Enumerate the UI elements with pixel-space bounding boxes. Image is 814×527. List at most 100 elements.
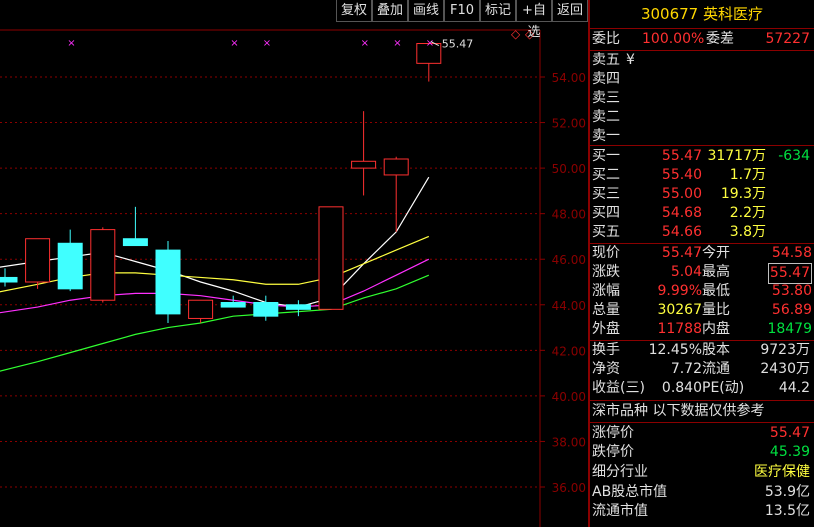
buy-volume: 31717万 bbox=[707, 148, 766, 164]
buy-price: 54.68 bbox=[661, 205, 702, 221]
limit-down-value: 45.39 bbox=[769, 444, 810, 460]
fin-label: 收益(三) bbox=[592, 380, 645, 396]
fin-label: 净资 bbox=[592, 361, 620, 377]
stat-value: 11788 bbox=[657, 321, 702, 337]
y-tick-label: 50.00 bbox=[552, 162, 586, 176]
stat-label: 今开 bbox=[702, 245, 730, 261]
industry-value: 医疗保健 bbox=[754, 464, 810, 480]
toolbar-button-6[interactable]: 返回 bbox=[552, 0, 588, 22]
limit-down-row: 跌停价 45.39 bbox=[590, 443, 814, 462]
fin-value: 2430万 bbox=[760, 361, 810, 377]
toolbar-button-0[interactable]: 复权 bbox=[336, 0, 372, 22]
industry-label: 细分行业 bbox=[592, 464, 648, 480]
candle-body-up bbox=[383, 158, 409, 176]
stat-row-2: 涨幅 9.99% 最低 53.80 bbox=[590, 282, 814, 301]
buy-volume: 2.2万 bbox=[729, 205, 766, 221]
candle-body-up bbox=[351, 160, 377, 169]
sell-label: 卖五 bbox=[592, 52, 620, 68]
separator bbox=[590, 400, 814, 401]
buy-label: 买五 bbox=[592, 224, 620, 240]
buy-label: 买四 bbox=[592, 205, 620, 221]
toolbar-button-4[interactable]: 标记 bbox=[480, 0, 516, 22]
buy-volume: 3.8万 bbox=[729, 224, 766, 240]
separator bbox=[590, 145, 814, 146]
y-tick-label: 36.00 bbox=[552, 481, 586, 495]
toolbar-button-2[interactable]: 画线 bbox=[408, 0, 444, 22]
stock-title: 300677 英科医疗 bbox=[590, 0, 814, 29]
separator bbox=[590, 422, 814, 423]
buy-change: -634 bbox=[778, 148, 810, 164]
marker-x: × bbox=[361, 38, 369, 49]
fin-label: PE(动) bbox=[702, 380, 745, 396]
fin-value: 7.72 bbox=[670, 361, 702, 377]
toolbar-button-1[interactable]: 叠加 bbox=[372, 0, 408, 22]
top-marker-icon: ◇ bbox=[511, 27, 521, 41]
stat-value: 9.99% bbox=[657, 283, 702, 299]
buy-label: 买二 bbox=[592, 167, 620, 183]
buy-volume: 1.7万 bbox=[729, 167, 766, 183]
candle-body-up bbox=[90, 229, 116, 301]
stat-value: 30267 bbox=[657, 302, 702, 318]
weicha-value: 57227 bbox=[765, 31, 810, 47]
stat-row-0: 现价 55.47 今开 54.58 bbox=[590, 244, 814, 263]
market-note: 深市品种 以下数据仅供参考 bbox=[592, 403, 765, 419]
last-price-label: 55.47 bbox=[442, 38, 474, 51]
industry-row: 细分行业 医疗保健 bbox=[590, 463, 814, 482]
limit-down-label: 跌停价 bbox=[592, 444, 634, 460]
y-tick-label: 44.00 bbox=[552, 299, 586, 313]
fin-value: 9723万 bbox=[760, 342, 810, 358]
candle-body-down bbox=[220, 302, 246, 308]
weicha-label: 委差 bbox=[706, 31, 734, 47]
sell-label: 卖一 bbox=[592, 128, 620, 144]
marker-x: × bbox=[263, 38, 271, 49]
candle-body-up bbox=[318, 206, 344, 310]
stat-value: 55.47 bbox=[661, 245, 702, 261]
stat-label: 外盘 bbox=[592, 321, 620, 337]
stat-label: 最高 bbox=[702, 264, 730, 280]
float-cap-row: 流通市值 13.5亿 bbox=[590, 502, 814, 521]
marker-x: × bbox=[426, 38, 434, 49]
stat-row-1: 涨跌 5.04 最高 55.47 bbox=[590, 263, 814, 284]
fin-label: 流通 bbox=[702, 361, 730, 377]
buy-row-2: 买三 55.00 19.3万 bbox=[590, 185, 814, 204]
fin-row-1: 净资 7.72 流通 2430万 bbox=[590, 360, 814, 379]
sell-row-1: 卖四 bbox=[590, 70, 814, 89]
fin-label: 股本 bbox=[702, 342, 730, 358]
kline-chart[interactable]: 54.00 52.00 50.00 48.00 46.00 44.00 42.00 40.00… bbox=[0, 0, 588, 527]
limit-up-label: 涨停价 bbox=[592, 425, 634, 441]
stock-code: 300677 bbox=[640, 5, 699, 23]
buy-volume: 19.3万 bbox=[720, 186, 766, 202]
weibi-row: 委比 100.00% 委差 57227 bbox=[590, 30, 814, 49]
buy-label: 买一 bbox=[592, 148, 620, 164]
weibi-value: 100.00% bbox=[642, 31, 705, 47]
stat-value: 55.47 bbox=[767, 263, 812, 284]
chart-toolbar: 复权 叠加 画线 F10 标记 +自选 返回 bbox=[336, 0, 588, 40]
fin-row-0: 换手 12.45% 股本 9723万 bbox=[590, 341, 814, 360]
sell-row-3: 卖二 bbox=[590, 108, 814, 127]
y-tick-label: 38.00 bbox=[552, 435, 586, 449]
sell-label: 卖二 bbox=[592, 109, 620, 125]
sell-label: 卖四 bbox=[592, 71, 620, 87]
candle-body-up bbox=[188, 299, 214, 319]
sell-row-0: 卖五 ¥ bbox=[590, 51, 814, 70]
stat-row-4: 外盘 11788 内盘 18479 bbox=[590, 320, 814, 339]
toolbar-button-5[interactable]: +自选 bbox=[516, 0, 552, 40]
toolbar-button-3[interactable]: F10 bbox=[444, 0, 480, 22]
stat-value: 56.89 bbox=[771, 302, 812, 318]
candle-body-down bbox=[155, 249, 181, 315]
buy-row-4: 买五 54.66 3.8万 bbox=[590, 223, 814, 242]
candle-body-down bbox=[0, 276, 18, 283]
buy-row-3: 买四 54.68 2.2万 bbox=[590, 204, 814, 223]
candle-body-down bbox=[122, 238, 148, 247]
quote-panel: 300677 英科医疗 委比 100.00% 委差 57227 卖五 ¥ 卖四 卖三 卖二 卖一买… bbox=[590, 0, 814, 527]
stat-label: 涨跌 bbox=[592, 264, 620, 280]
stat-value: 54.58 bbox=[771, 245, 812, 261]
stat-label: 涨幅 bbox=[592, 283, 620, 299]
candle-body-up bbox=[25, 238, 51, 283]
buy-row-0: 买一 55.47 31717万 -634 bbox=[590, 147, 814, 166]
marker-x: × bbox=[393, 38, 401, 49]
fin-value: 12.45% bbox=[648, 342, 702, 358]
stat-value: 53.80 bbox=[771, 283, 812, 299]
buy-label: 买三 bbox=[592, 186, 620, 202]
stat-value: 5.04 bbox=[670, 264, 702, 280]
